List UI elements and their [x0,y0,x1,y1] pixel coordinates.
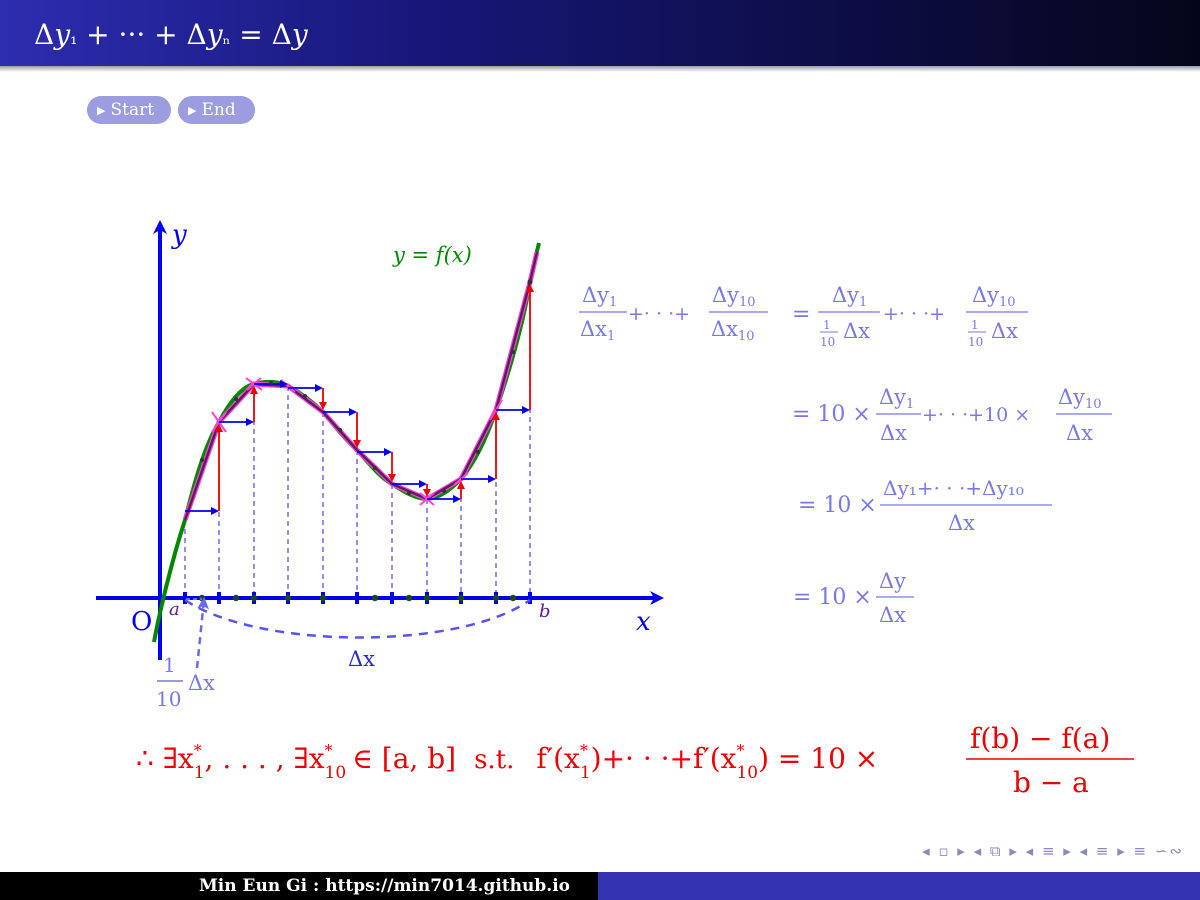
conclusion: ∴ ∃x* 1, . . . , ∃x* 10 ∈ [a, b] s.t. f′(x* 1)… [136,722,1134,799]
svg-text:=: = [792,302,810,327]
svg-text:Δy10: Δy10 [972,283,1016,310]
svg-text:+· · ·+: +· · ·+ [628,303,690,325]
svg-text:+· · ·+: +· · ·+ [883,303,945,325]
svg-text:Δy10: Δy10 [1058,385,1102,412]
svg-text:Δy: Δy [879,569,906,593]
delta-x-label: Δx [348,647,375,671]
x-axis-label: x [636,607,651,637]
equation-line-2: = 10 × Δy1 Δx +· · ·+10 × Δy10 Δx [792,385,1112,445]
svg-text:b − a: b − a [1013,766,1089,799]
svg-text:1: 1 [823,318,831,332]
svg-text:+· · ·+10 ×: +· · ·+10 × [922,404,1030,426]
svg-text:= 10 ×: = 10 × [793,585,872,610]
mean-value-diagram: y x O a b y = f(x) Δx 1 10 Δx Δy1 Δx1 +·… [96,220,1134,799]
svg-text:Δy1: Δy1 [832,283,867,310]
svg-text:= 10 ×: = 10 × [792,402,871,427]
svg-text:Δx: Δx [880,421,907,445]
svg-text:Δx1: Δx1 [580,317,615,344]
svg-text:10: 10 [968,335,983,349]
svg-text:f(b) − f(a): f(b) − f(a) [970,722,1110,755]
svg-text:Δx: Δx [991,319,1018,343]
delta-x-arc [184,598,531,639]
svg-text:Δx10: Δx10 [711,317,755,344]
footer-author: Min Eun Gi : https://min7014.github.io [0,872,598,900]
svg-text:Δy₁+· · ·+Δy₁₀: Δy₁+· · ·+Δy₁₀ [883,476,1024,500]
svg-text:Δx: Δx [879,603,906,627]
a-label: a [169,599,180,620]
beamer-navigation[interactable]: ◂ ▫ ▸ ◂ ⧉ ▸ ◂ ≡ ▸ ◂ ≡ ▸ ≡ ∽∾ [922,842,1184,860]
b-label: b [539,601,551,622]
tenth-den: 10 [156,687,181,711]
svg-text:Δy1: Δy1 [582,283,617,310]
equation-line-3: = 10 × Δy₁+· · ·+Δy₁₀ Δx [798,476,1052,535]
equations: Δy1 Δx1 +· · ·+ Δy10 Δx10 = Δy1 1 10 Δx … [579,283,1112,627]
equation-line-1: Δy1 Δx1 +· · ·+ Δy10 Δx10 = Δy1 1 10 Δx … [579,283,1028,349]
svg-text:∴ ∃x*1, . . . , ∃x*10∈ [a, b]s: ∴ ∃x* 1, . . . , ∃x* 10 ∈ [a, b] s.t. f′(x* 1)… [136,741,878,783]
svg-text:Δx: Δx [1066,421,1093,445]
rise-arrows [215,284,534,511]
svg-text:= 10 ×: = 10 × [798,493,877,518]
svg-text:10: 10 [820,335,835,349]
y-axis-label: y [171,220,187,250]
svg-text:Δx: Δx [843,319,870,343]
tenth-num: 1 [163,653,176,677]
equation-line-4: = 10 × Δy Δx [793,569,914,627]
tenth-delta-x: Δx [188,671,215,695]
svg-text:Δy10: Δy10 [712,283,756,310]
svg-text:Δx: Δx [948,511,975,535]
curve-label: y = f(x) [392,243,472,267]
origin-label: O [131,607,152,637]
svg-text:1: 1 [971,318,979,332]
footer-bar [598,872,1200,900]
svg-text:Δy1: Δy1 [879,385,914,412]
